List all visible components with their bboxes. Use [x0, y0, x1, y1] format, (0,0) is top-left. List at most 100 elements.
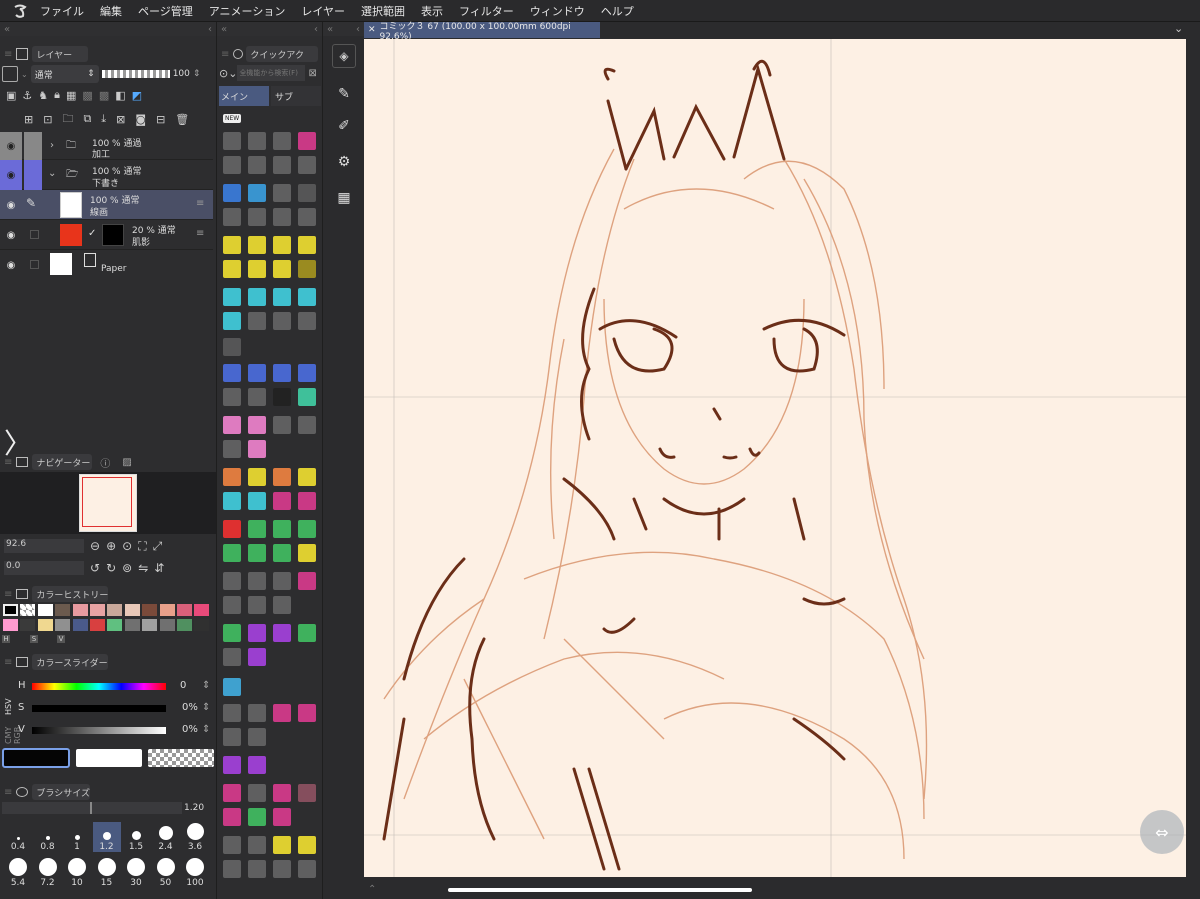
collapse-chevron-icon[interactable]: ⌄: [48, 168, 56, 179]
navigator-preview[interactable]: [0, 472, 216, 534]
image-icon[interactable]: ▨: [122, 457, 131, 468]
quick-tool-icon[interactable]: [223, 364, 241, 382]
quick-tool-icon[interactable]: [248, 860, 266, 878]
saturation-slider[interactable]: [32, 705, 166, 712]
quick-tool-icon[interactable]: [273, 156, 291, 174]
drawing-canvas[interactable]: [364, 39, 1186, 877]
quick-tool-icon[interactable]: [248, 468, 266, 486]
color-swatch[interactable]: [107, 604, 123, 616]
tab-sub[interactable]: サブ: [271, 86, 321, 106]
quick-tool-icon[interactable]: [298, 208, 316, 226]
quick-tool-icon[interactable]: [223, 312, 241, 330]
quick-tool-icon[interactable]: [273, 544, 291, 562]
color-swatch[interactable]: [142, 619, 158, 631]
reset-rotation-icon[interactable]: ⊚: [122, 561, 132, 575]
color-swatch[interactable]: [90, 604, 105, 616]
color-swatch[interactable]: [177, 604, 192, 616]
quick-tool-icon[interactable]: [298, 520, 316, 538]
quick-access-title[interactable]: クイックアク: [246, 46, 319, 62]
quick-tool-icon[interactable]: [248, 784, 266, 802]
fullscreen-icon[interactable]: ⤢: [153, 539, 163, 554]
brush-size-preset[interactable]: 5.4: [4, 858, 32, 888]
color-swatch[interactable]: [3, 604, 18, 616]
layer-row-kakou[interactable]: ◉ › 🗀 100 % 通過 加工: [0, 132, 213, 160]
quick-tool-icon[interactable]: [223, 544, 241, 562]
quick-tool-icon[interactable]: [248, 596, 266, 614]
fit-icon[interactable]: ⊙: [122, 539, 132, 553]
color-swatch[interactable]: [20, 604, 36, 616]
quick-tool-icon[interactable]: [273, 388, 291, 406]
slider-row-h[interactable]: H 0 ⇕: [18, 680, 214, 694]
quick-tool-icon[interactable]: [248, 544, 266, 562]
brush-size-preset[interactable]: 0.4: [4, 822, 32, 852]
quick-tool-icon[interactable]: [273, 704, 291, 722]
quick-tool-icon[interactable]: [248, 440, 266, 458]
quick-tool-icon[interactable]: [298, 624, 316, 642]
sub-tool-icon[interactable]: ✐: [332, 114, 356, 138]
color-pair-icon[interactable]: ◩: [132, 89, 142, 102]
quick-tool-icon[interactable]: [223, 704, 241, 722]
color-slider-title[interactable]: カラースライダー: [32, 654, 109, 670]
quick-tool-icon[interactable]: [223, 156, 241, 174]
quick-tool-icon[interactable]: [248, 492, 266, 510]
brush-size-slider[interactable]: [2, 802, 182, 814]
rotate-left-icon[interactable]: ↺: [90, 561, 100, 575]
info-icon[interactable]: ⓘ: [100, 455, 110, 470]
quick-tool-icon[interactable]: [223, 648, 241, 666]
quick-tool-icon[interactable]: [298, 312, 316, 330]
quick-tool-icon[interactable]: [298, 132, 316, 150]
brush-size-preset[interactable]: 50: [152, 858, 180, 888]
main-color-chip[interactable]: [2, 748, 70, 768]
color-swatch[interactable]: [72, 604, 88, 616]
new-raster-layer-icon[interactable]: ⊞: [24, 113, 33, 126]
quick-tool-icon[interactable]: [273, 860, 291, 878]
quick-tool-icon[interactable]: [298, 860, 316, 878]
color-swatch[interactable]: [159, 604, 175, 616]
quick-tool-icon[interactable]: [223, 208, 241, 226]
mode-cmy[interactable]: CMY: [4, 724, 13, 744]
brush-size-preset[interactable]: 7.2: [34, 858, 62, 888]
side-collapse-strip[interactable]: «‹: [323, 22, 364, 36]
color-swatch[interactable]: [55, 619, 71, 631]
menu-window[interactable]: ウィンドウ: [530, 3, 585, 19]
hue-slider[interactable]: [32, 683, 166, 690]
mask-icon[interactable]: ▩: [82, 89, 92, 102]
quick-tool-icon[interactable]: [223, 236, 241, 254]
mask-create-icon[interactable]: ◙: [135, 113, 146, 126]
quick-tool-icon[interactable]: [223, 492, 241, 510]
pin-icon[interactable]: ⚓: [22, 89, 32, 102]
duplicate-layer-icon[interactable]: ⧉: [83, 112, 91, 126]
quick-tool-icon[interactable]: [223, 678, 241, 696]
quick-tool-icon[interactable]: [298, 704, 316, 722]
quick-tool-icon[interactable]: [273, 468, 291, 486]
color-swatch[interactable]: [124, 604, 140, 616]
quick-tool-icon[interactable]: [298, 260, 316, 278]
quick-tool-icon[interactable]: [298, 416, 316, 434]
quick-tool-icon[interactable]: [223, 288, 241, 306]
stepper-icon[interactable]: ⇕: [202, 724, 210, 735]
color-swatch[interactable]: [55, 604, 71, 616]
layer-menu-icon[interactable]: ≡: [196, 198, 204, 209]
quick-tool-icon[interactable]: [273, 492, 291, 510]
visibility-eye-icon[interactable]: ◉: [0, 220, 22, 250]
quick-tool-icon[interactable]: [248, 704, 266, 722]
quick-tool-icon[interactable]: [223, 596, 241, 614]
layer-checkbox[interactable]: [24, 132, 42, 160]
flip-horizontal-icon[interactable]: ⇋: [138, 561, 148, 575]
quick-tool-icon[interactable]: [298, 288, 316, 306]
clip-icon[interactable]: ♞: [38, 89, 48, 102]
menu-page[interactable]: ページ管理: [138, 3, 193, 19]
menu-selection[interactable]: 選択範囲: [361, 3, 405, 19]
quick-tool-icon[interactable]: [298, 836, 316, 854]
brush-size-title[interactable]: ブラシサイズ: [32, 784, 91, 800]
color-swatch[interactable]: [90, 619, 105, 631]
quick-tool-icon[interactable]: [223, 624, 241, 642]
sub-color-chip[interactable]: [76, 749, 142, 767]
color-swatch[interactable]: [124, 619, 140, 631]
quick-tool-icon[interactable]: [223, 132, 241, 150]
color-swatch[interactable]: [142, 604, 158, 616]
reference-layer-icon[interactable]: ▣: [6, 89, 16, 102]
brush-size-preset[interactable]: 10: [63, 858, 91, 888]
quick-tool-icon[interactable]: [298, 184, 316, 202]
quick-tool-icon[interactable]: [273, 288, 291, 306]
